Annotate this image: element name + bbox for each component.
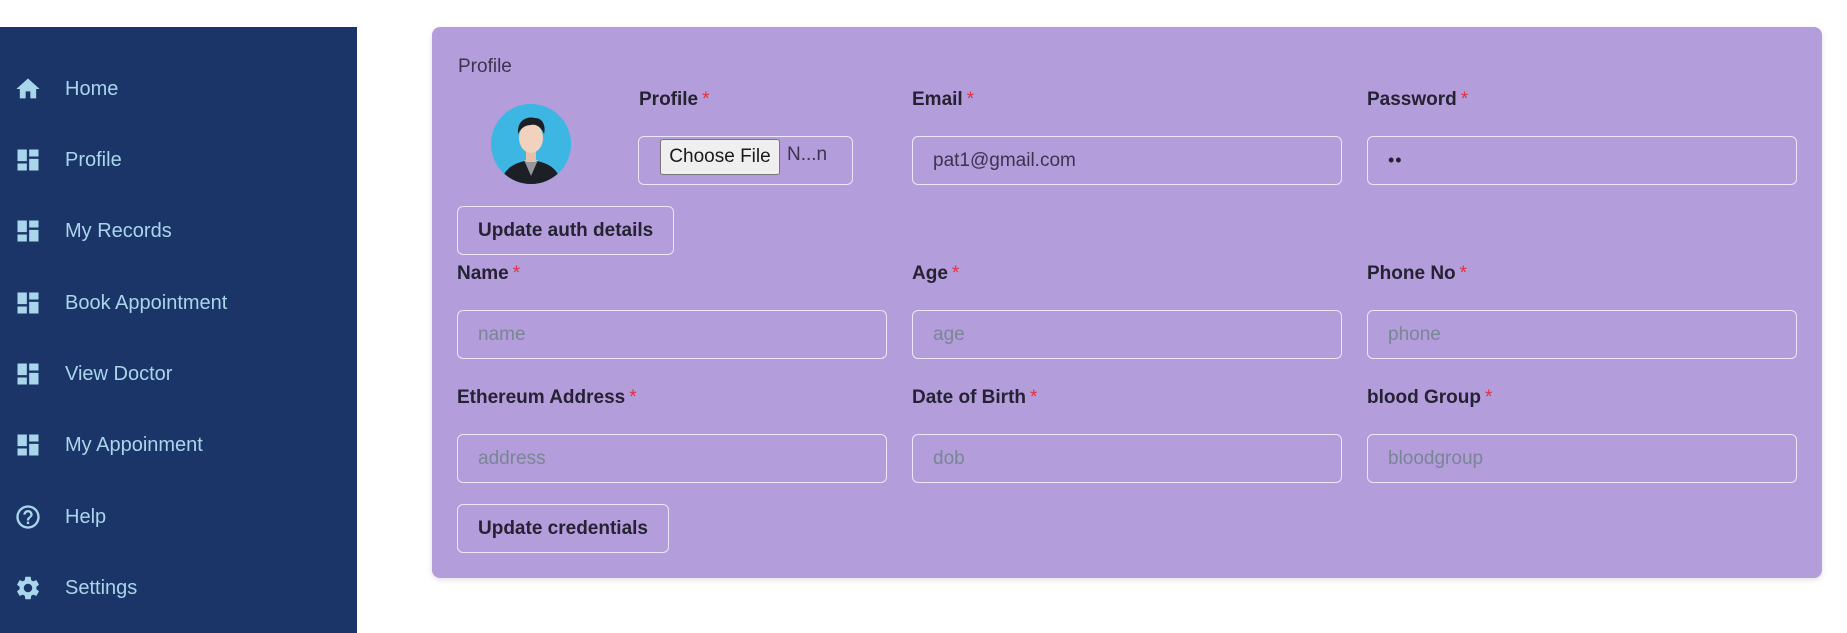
age-label: Age * xyxy=(912,263,960,284)
profile-card: Profile Profile * Choose File N...n Email… xyxy=(432,27,1822,578)
sidebar-item-label: View Doctor xyxy=(65,362,173,385)
email-label: Email * xyxy=(912,89,975,110)
sidebar-item-label: My Records xyxy=(65,219,172,242)
sidebar: Home Profile My Records Book Appointment… xyxy=(0,27,357,633)
home-icon xyxy=(14,75,42,103)
sidebar-item-label: Settings xyxy=(65,576,138,599)
sidebar-item-label: Book Appointment xyxy=(65,291,228,314)
phone-input[interactable] xyxy=(1367,310,1797,359)
dashboard-icon xyxy=(14,146,42,174)
choose-file-button[interactable]: Choose File xyxy=(660,139,780,175)
password-input[interactable] xyxy=(1367,136,1797,185)
card-title: Profile xyxy=(458,56,512,77)
sidebar-item-view-doctor[interactable]: View Doctor xyxy=(0,349,357,399)
dob-input[interactable] xyxy=(912,434,1342,483)
dob-label: Date of Birth * xyxy=(912,387,1038,408)
sidebar-item-label: Home xyxy=(65,77,119,100)
update-auth-details-button[interactable]: Update auth details xyxy=(457,206,675,255)
dashboard-icon xyxy=(14,431,42,459)
sidebar-item-profile[interactable]: Profile xyxy=(0,135,357,185)
dashboard-icon xyxy=(14,217,42,245)
avatar xyxy=(491,104,571,184)
ethereum-address-label: Ethereum Address * xyxy=(457,387,637,408)
phone-label: Phone No * xyxy=(1367,263,1468,284)
blood-group-input[interactable] xyxy=(1367,434,1797,483)
sidebar-item-my-records[interactable]: My Records xyxy=(0,206,357,256)
sidebar-item-help[interactable]: Help xyxy=(0,492,357,542)
page: Home Profile My Records Book Appointment… xyxy=(0,0,1847,633)
sidebar-item-my-appoinment[interactable]: My Appoinment xyxy=(0,420,357,470)
profile-file-label: Profile * xyxy=(639,89,710,110)
password-label: Password * xyxy=(1367,89,1469,110)
sidebar-item-label: Help xyxy=(65,505,107,528)
blood-group-label: blood Group * xyxy=(1367,387,1493,408)
ethereum-address-input[interactable] xyxy=(457,434,887,483)
sidebar-item-settings[interactable]: Settings xyxy=(0,563,357,613)
gear-icon xyxy=(14,574,42,602)
profile-file-input[interactable]: Choose File N...n xyxy=(638,136,853,185)
dashboard-icon xyxy=(14,289,42,317)
sidebar-item-label: Profile xyxy=(65,148,122,171)
email-input[interactable] xyxy=(912,136,1342,185)
profile-photo xyxy=(491,104,571,184)
age-input[interactable] xyxy=(912,310,1342,359)
update-credentials-button[interactable]: Update credentials xyxy=(457,504,669,553)
name-label: Name * xyxy=(457,263,521,284)
help-icon xyxy=(14,503,42,531)
name-input[interactable] xyxy=(457,310,887,359)
dashboard-icon xyxy=(14,360,42,388)
sidebar-item-home[interactable]: Home xyxy=(0,64,357,114)
file-name-text: N...n xyxy=(787,144,828,165)
sidebar-item-label: My Appoinment xyxy=(65,433,203,456)
sidebar-item-book-appointment[interactable]: Book Appointment xyxy=(0,278,357,328)
